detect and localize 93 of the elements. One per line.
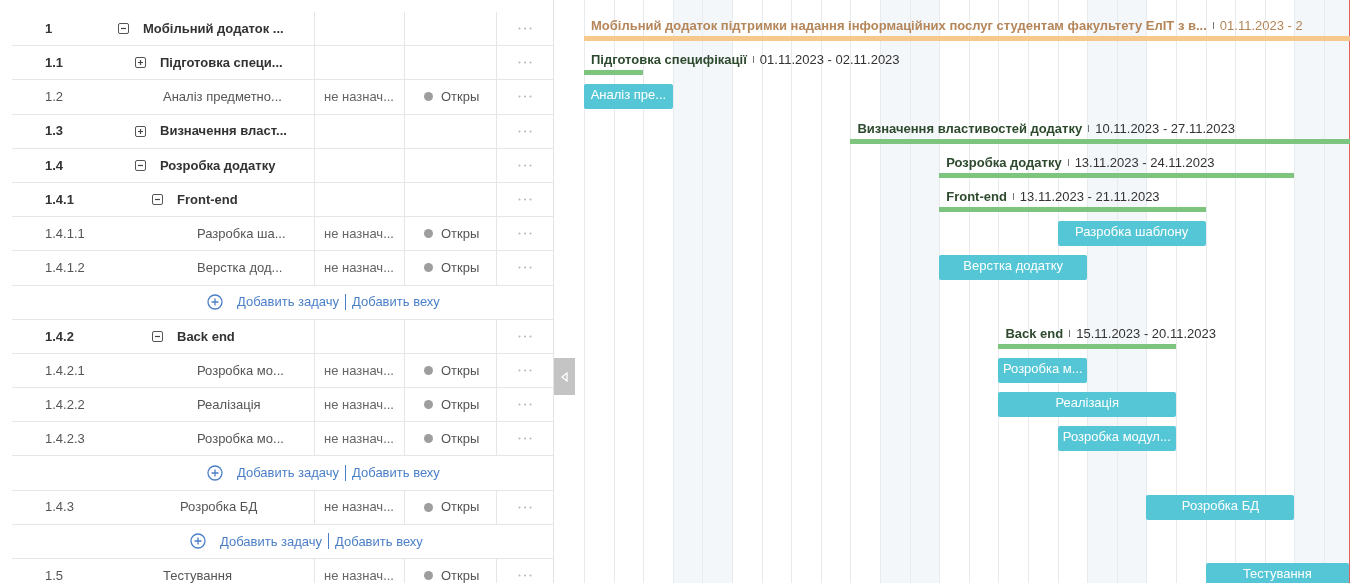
assignee-text: не назнач... <box>324 566 394 583</box>
status-dot-icon <box>424 365 433 375</box>
collapse-handle[interactable] <box>554 358 575 395</box>
task-bar[interactable]: Разробка шаблону <box>1057 221 1206 247</box>
expand-icon[interactable] <box>135 57 146 69</box>
status-dot-icon <box>424 263 433 273</box>
date-range: 15.11.2023 - 20.11.2023 <box>1076 324 1216 343</box>
task-bar[interactable]: Тестування <box>1205 563 1350 583</box>
task-name: Реалізація <box>197 395 261 414</box>
row-number: 1.4.1.1 <box>44 224 86 243</box>
row-number: 1.5 <box>44 566 65 583</box>
status-text: Откры <box>441 566 480 583</box>
collapse-icon[interactable] <box>135 159 146 171</box>
add-task-link[interactable]: Добавить задачу <box>237 292 340 312</box>
row-number: 1.4.2 <box>44 327 75 346</box>
status-text: Откры <box>441 361 480 380</box>
status-text: Откры <box>441 259 480 278</box>
status-dot-icon <box>424 434 433 444</box>
add-milestone-link[interactable]: Добавить веху <box>352 463 440 483</box>
date-range: 10.11.2023 - 27.11.2023 <box>1095 119 1235 138</box>
date-range: 13.11.2023 - 24.11.2023 <box>1074 153 1215 172</box>
row-number: 1.4.1.2 <box>44 259 86 278</box>
summary-bar[interactable] <box>998 343 1176 349</box>
date-range: 13.11.2023 - 21.11.2023 <box>1019 188 1160 206</box>
task-name: Мобільний додаток ... <box>143 19 284 38</box>
row-number: 1.1 <box>44 54 65 73</box>
add-milestone-link[interactable]: Добавить веху <box>335 531 423 552</box>
date-range: 01.11.2023 - 2 <box>1219 17 1303 35</box>
plus-circle-icon[interactable] <box>207 294 223 311</box>
bar-label: Визначення властивостей додатку <box>857 119 1083 138</box>
status-text: Откры <box>441 88 480 107</box>
task-name: Підготовка специ... <box>160 54 283 73</box>
status-text: Откры <box>441 395 480 414</box>
task-name: Розробка додатку <box>160 156 276 175</box>
assignee-text: не назнач... <box>324 498 394 517</box>
assignee-text: не назнач... <box>324 224 394 243</box>
task-name: Розробка мо... <box>197 361 284 380</box>
collapse-icon[interactable] <box>152 194 163 206</box>
status-dot-icon <box>424 92 433 102</box>
status-dot-icon <box>424 571 433 581</box>
bar-label: Back end <box>1005 324 1064 343</box>
collapse-icon[interactable] <box>152 330 163 342</box>
bar-label: Front-end <box>946 188 1007 206</box>
task-bar[interactable]: Аналіз пре... <box>584 84 673 110</box>
add-milestone-link[interactable]: Добавить веху <box>352 292 440 312</box>
assignee-text: не назнач... <box>324 395 394 414</box>
row-number: 1.4 <box>44 156 65 175</box>
row-number: 1.4.2.1 <box>44 361 86 380</box>
task-bar[interactable]: Розробка БД <box>1146 494 1295 520</box>
bar-label: Мобільний додаток підтримки надання інформаційних послуг студентам факультету ЕлІТ з в... <box>591 17 1207 35</box>
summary-bar[interactable] <box>850 138 1350 144</box>
triangle-left-icon <box>561 371 568 382</box>
add-task-link[interactable]: Добавить задачу <box>237 463 340 483</box>
assignee-text: не назнач... <box>324 430 394 449</box>
task-bar[interactable]: Верстка додатку <box>939 255 1088 281</box>
status-dot-icon <box>424 229 433 239</box>
row-number: 1.4.3 <box>44 498 75 517</box>
task-name: Визначення власт... <box>160 122 287 141</box>
assignee-text: не назнач... <box>324 259 394 278</box>
task-name: Аналіз предметно... <box>163 88 282 107</box>
task-bar[interactable]: Розробка модул... <box>1057 426 1176 452</box>
task-name: Верстка дод... <box>197 259 283 278</box>
task-bar[interactable]: Реалізація <box>998 392 1176 418</box>
row-number: 1.4.1 <box>44 190 75 209</box>
summary-bar[interactable] <box>584 70 644 76</box>
row-number: 1 <box>44 19 54 38</box>
task-name: Тестування <box>163 566 232 583</box>
date-range: 01.11.2023 - 02.11.2023 <box>759 51 900 70</box>
status-text: Откры <box>441 498 480 517</box>
status-text: Откры <box>441 224 480 243</box>
summary-bar[interactable] <box>939 172 1295 178</box>
status-dot-icon <box>424 400 433 410</box>
expand-icon[interactable] <box>135 125 146 137</box>
row-number: 1.3 <box>44 122 65 141</box>
plus-circle-icon[interactable] <box>207 465 223 482</box>
add-task-link[interactable]: Добавить задачу <box>220 531 323 552</box>
plus-circle-icon[interactable] <box>190 533 206 550</box>
bar-label: Підготовка специфікації <box>591 51 747 70</box>
assignee-text: не назнач... <box>324 88 394 107</box>
assignee-text: не назнач... <box>324 361 394 380</box>
row-number: 1.2 <box>44 88 65 107</box>
collapse-icon[interactable] <box>118 23 129 35</box>
task-name: Розробка мо... <box>197 430 284 449</box>
task-name: Разробка ша... <box>197 224 286 243</box>
status-text: Откры <box>441 430 480 449</box>
row-number: 1.4.2.3 <box>44 430 86 449</box>
bar-label: Розробка додатку <box>946 153 1062 172</box>
task-bar[interactable]: Розробка м... <box>998 358 1088 383</box>
task-name: Back end <box>177 327 235 346</box>
task-name: Розробка БД <box>180 498 258 517</box>
row-number: 1.4.2.2 <box>44 395 86 414</box>
task-name: Front-end <box>177 190 238 209</box>
status-dot-icon <box>424 502 433 512</box>
